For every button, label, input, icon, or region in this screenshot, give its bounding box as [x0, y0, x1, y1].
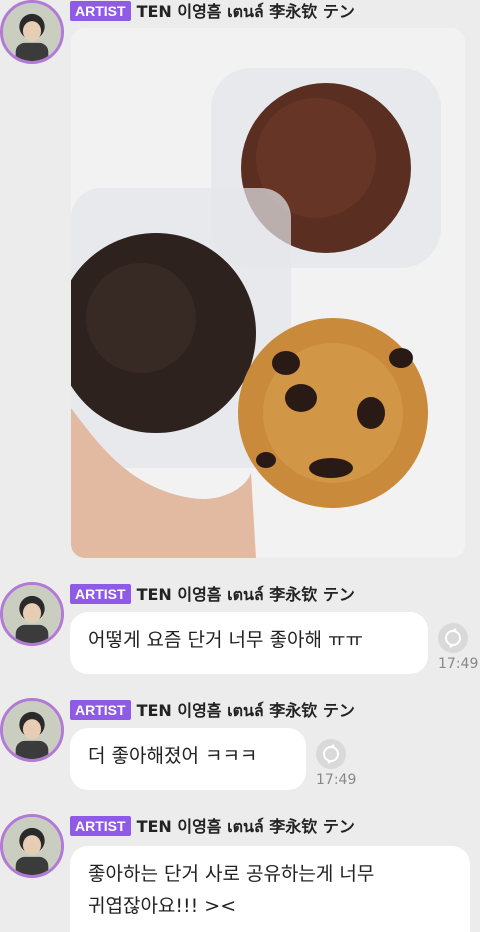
artist-badge: ARTIST	[70, 816, 131, 836]
message-text-line: 좋아하는 단거 사로 공유하는게 너무	[88, 863, 375, 885]
artist-badge: ARTIST	[70, 1, 131, 21]
message-bubble[interactable]: 좋아하는 단거 사로 공유하는게 너무 귀엽잖아요!!! ><	[70, 846, 470, 932]
message-header: ARTIST TEN 이영흠 เตนล์ 李永钦 テン	[70, 815, 355, 837]
photo-message[interactable]	[71, 28, 465, 558]
message-time: 17:49	[438, 656, 479, 672]
message-time: 17:49	[316, 772, 357, 788]
message-header: ARTIST TEN 이영흠 เตนล์ 李永钦 テン	[70, 699, 355, 721]
message-header: ARTIST TEN 이영흠 เตนล์ 李永钦 テン	[70, 583, 355, 605]
sender-name: TEN 이영흠 เตนล์ 李永钦 テン	[136, 816, 355, 836]
artist-badge: ARTIST	[70, 584, 131, 604]
avatar[interactable]	[0, 698, 64, 762]
message-text: 더 좋아해졌어 ㅋㅋㅋ	[88, 745, 258, 767]
artist-badge: ARTIST	[70, 700, 131, 720]
sender-name: TEN 이영흠 เตนล์ 李永钦 テン	[136, 1, 355, 21]
avatar[interactable]	[0, 582, 64, 646]
message-text-line: 귀엽잖아요!!! ><	[88, 895, 237, 917]
message-bubble[interactable]: 어떻게 요즘 단거 너무 좋아해 ㅠㅠ	[70, 612, 428, 674]
message-header: ARTIST TEN 이영흠 เตนล์ 李永钦 テン	[70, 0, 355, 22]
avatar[interactable]	[0, 814, 64, 878]
reaction-icon[interactable]	[316, 739, 346, 769]
message-text: 어떻게 요즘 단거 너무 좋아해 ㅠㅠ	[88, 629, 363, 651]
sender-name: TEN 이영흠 เตนล์ 李永钦 テン	[136, 700, 355, 720]
reaction-icon[interactable]	[438, 623, 468, 653]
message-bubble[interactable]: 더 좋아해졌어 ㅋㅋㅋ	[70, 728, 306, 790]
sender-name: TEN 이영흠 เตนล์ 李永钦 テン	[136, 584, 355, 604]
avatar[interactable]	[0, 0, 64, 64]
